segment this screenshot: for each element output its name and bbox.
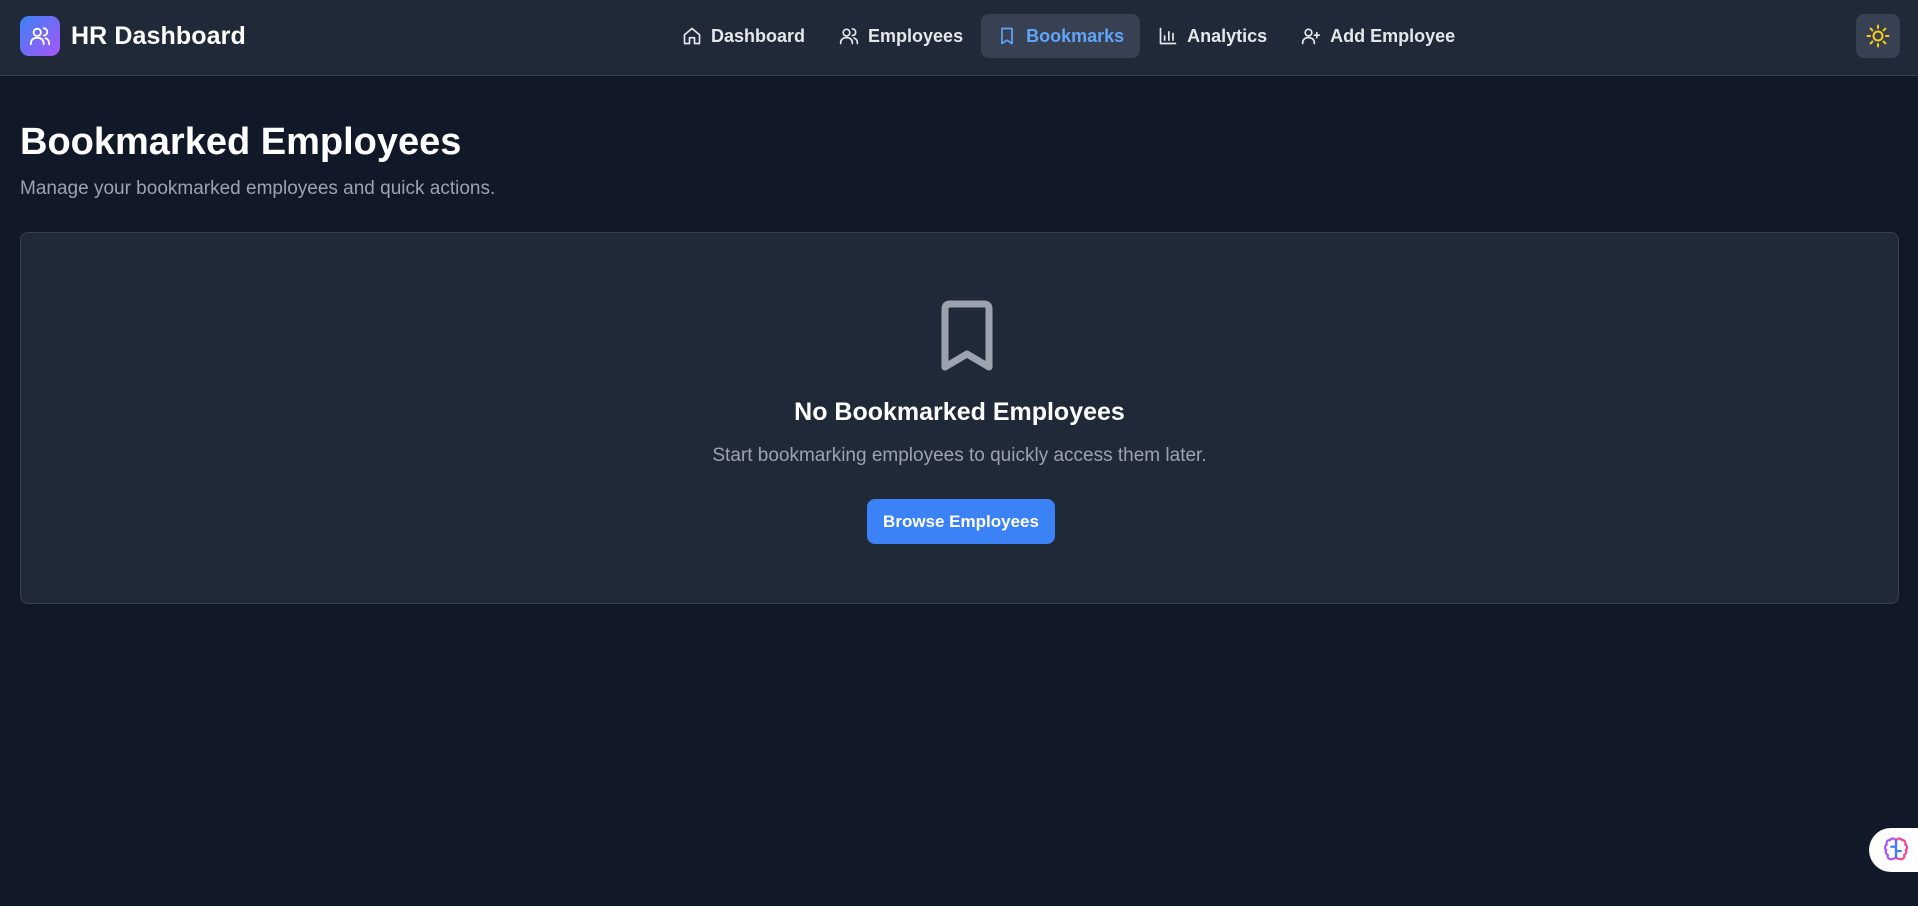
brand[interactable]: HR Dashboard bbox=[20, 16, 246, 56]
bookmark-icon bbox=[941, 300, 993, 371]
nav-item-label: Analytics bbox=[1187, 25, 1268, 46]
brain-icon bbox=[1883, 837, 1909, 861]
nav-item-add-employee[interactable]: Add Employee bbox=[1285, 14, 1471, 58]
nav-item-label: Bookmarks bbox=[1026, 25, 1125, 46]
page-title: Bookmarked Employees bbox=[20, 121, 462, 163]
floating-assistant-button[interactable] bbox=[1869, 828, 1918, 872]
bar-chart-icon bbox=[1159, 27, 1177, 45]
app-title: HR Dashboard bbox=[71, 21, 246, 50]
theme-toggle-button[interactable] bbox=[1856, 14, 1900, 58]
nav-item-label: Add Employee bbox=[1330, 25, 1456, 46]
empty-state-card: No Bookmarked Employees Start bookmarkin… bbox=[20, 232, 1899, 604]
sun-icon bbox=[1866, 24, 1890, 48]
browse-employees-button[interactable]: Browse Employees bbox=[867, 499, 1055, 544]
bookmark-icon bbox=[1001, 27, 1013, 45]
page-subtitle: Manage your bookmarked employees and qui… bbox=[20, 178, 496, 199]
nav-item-label: Employees bbox=[868, 25, 964, 46]
nav-item-analytics[interactable]: Analytics bbox=[1142, 14, 1283, 58]
home-icon bbox=[683, 27, 701, 45]
empty-state-text: Start bookmarking employees to quickly a… bbox=[712, 445, 1207, 466]
users-icon bbox=[20, 16, 60, 56]
nav-item-dashboard[interactable]: Dashboard bbox=[666, 14, 821, 58]
user-plus-icon bbox=[1302, 28, 1321, 45]
users-icon bbox=[839, 28, 859, 45]
empty-state-title: No Bookmarked Employees bbox=[794, 398, 1125, 426]
nav-item-employees[interactable]: Employees bbox=[823, 14, 979, 58]
top-navbar: HR Dashboard Dashboard Employees Bookmar… bbox=[0, 0, 1918, 76]
nav-item-label: Dashboard bbox=[711, 25, 806, 46]
main-nav: Dashboard Employees Bookmarks Analytics … bbox=[666, 14, 1473, 58]
nav-item-bookmarks[interactable]: Bookmarks bbox=[981, 14, 1141, 58]
